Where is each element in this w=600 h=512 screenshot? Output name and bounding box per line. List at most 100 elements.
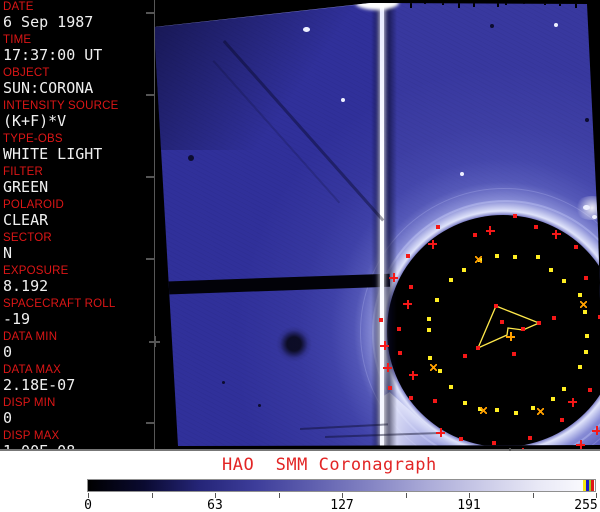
y-tick [146,94,155,96]
marker-plus [383,363,392,372]
marker-dot [573,244,578,249]
y-tick-plus [149,336,160,347]
marker-dot [463,401,468,406]
marker-dot [449,385,454,390]
marker-dot [427,316,432,321]
metadata-field: TIME 17:37:00 UT [0,33,154,66]
y-tick [146,422,155,424]
marker-x [475,256,482,263]
colorbar-tick [532,493,534,498]
marker-dot [535,254,540,259]
field-value: 0 [3,409,13,427]
marker-dot [432,398,437,403]
field-value: N [3,244,13,262]
marker-x [430,364,437,371]
marker-dot [494,304,498,308]
marker-dot [514,411,519,416]
marker-dot [562,386,567,391]
marker-dot [458,436,463,441]
marker-dot [405,254,410,259]
marker-dot [550,396,555,401]
metadata-field: DATA MAX 2.18E-07 [0,363,154,396]
app-window: DATE 6 Sep 1987 TIME 17:37:00 UT OBJECT SUN:C… [0,0,600,512]
marker-dot [473,233,477,238]
marker-plus [380,341,389,350]
y-tick [146,258,155,260]
marker-dot [537,321,541,325]
colorbar-tick-label: 0 [84,498,92,512]
marker-dot [531,406,536,411]
marker-dot [548,267,553,272]
marker-dot [494,408,499,413]
field-value: -19 [3,310,31,328]
field-value: CLEAR [3,211,49,229]
metadata-panel: DATE 6 Sep 1987 TIME 17:37:00 UT OBJECT SUN:C… [0,0,154,460]
field-value: 8.192 [3,277,49,295]
colorbar-tick-label: 255 [574,498,598,512]
instrument-title: HAO SMM Coronagraph [222,455,437,475]
marker-dot [463,354,467,358]
colorbar-tick-label: 127 [330,498,354,512]
field-label: DISP MIN [3,397,56,409]
field-value: (K+F)*V [3,112,67,130]
marker-dot [500,320,504,324]
field-value: 17:37:00 UT [3,46,103,64]
metadata-field: POLAROID CLEAR [0,198,154,231]
field-label: SECTOR [3,232,52,244]
marker-dot [584,334,589,339]
field-value: 6 Sep 1987 [3,13,94,31]
colorbar-overflow-stripe [591,480,594,491]
marker-dot [438,369,443,374]
marker-dot [434,297,439,302]
marker-plus [389,273,398,282]
marker-dot [428,356,433,361]
footer: HAO SMM Coronagraph 0 63 127 191 255 [0,451,600,512]
y-tick [146,12,155,14]
marker-dot [409,395,414,400]
colorbar [87,479,596,492]
marker-plus [568,397,578,407]
marker-dot [584,349,589,354]
marker-dot [578,364,583,369]
field-label: DATA MIN [3,331,58,343]
marker-dot [521,327,525,331]
marker-dot [448,278,453,283]
marker-plus [428,239,438,249]
metadata-field: EXPOSURE 8.192 [0,264,154,297]
y-tick [146,176,155,178]
marker-dot [379,318,383,322]
colorbar-tick-label: 63 [207,498,223,512]
metadata-field: SPACECRAFT ROLL -19 [0,297,154,330]
marker-dot [559,417,564,422]
marker-dot [476,346,480,350]
marker-dot [577,292,582,297]
colorbar-tick [151,493,153,498]
marker-dot [491,441,496,446]
marker-dot [588,388,593,393]
marker-dot [435,225,440,230]
marker-dot [582,310,587,315]
marker-dot [513,255,518,260]
marker-dot [409,285,414,290]
marker-plus [551,229,561,239]
metadata-field: SECTOR N [0,231,154,264]
metadata-field: DISP MIN 0 [0,396,154,429]
marker-x [580,301,587,308]
metadata-field: INTENSITY SOURCE (K+F)*V [0,99,154,132]
metadata-field: TYPE-OBS WHITE LIGHT [0,132,154,165]
field-value: 2.18E-07 [3,376,76,394]
marker-dot [495,253,500,258]
marker-x [480,407,487,414]
field-value: SUN:CORONA [3,79,94,97]
marker-dot [533,225,538,230]
metadata-field: OBJECT SUN:CORONA [0,66,154,99]
field-value: 0 [3,343,13,361]
coronagraph-image-viewport[interactable] [154,0,600,450]
marker-plus [485,226,495,236]
y-axis-line [154,0,155,450]
marker-dot [552,316,556,320]
marker-dot [461,268,466,273]
colorbar-tick-label: 191 [457,498,481,512]
field-value: WHITE LIGHT [3,145,103,163]
field-value: GREEN [3,178,49,196]
